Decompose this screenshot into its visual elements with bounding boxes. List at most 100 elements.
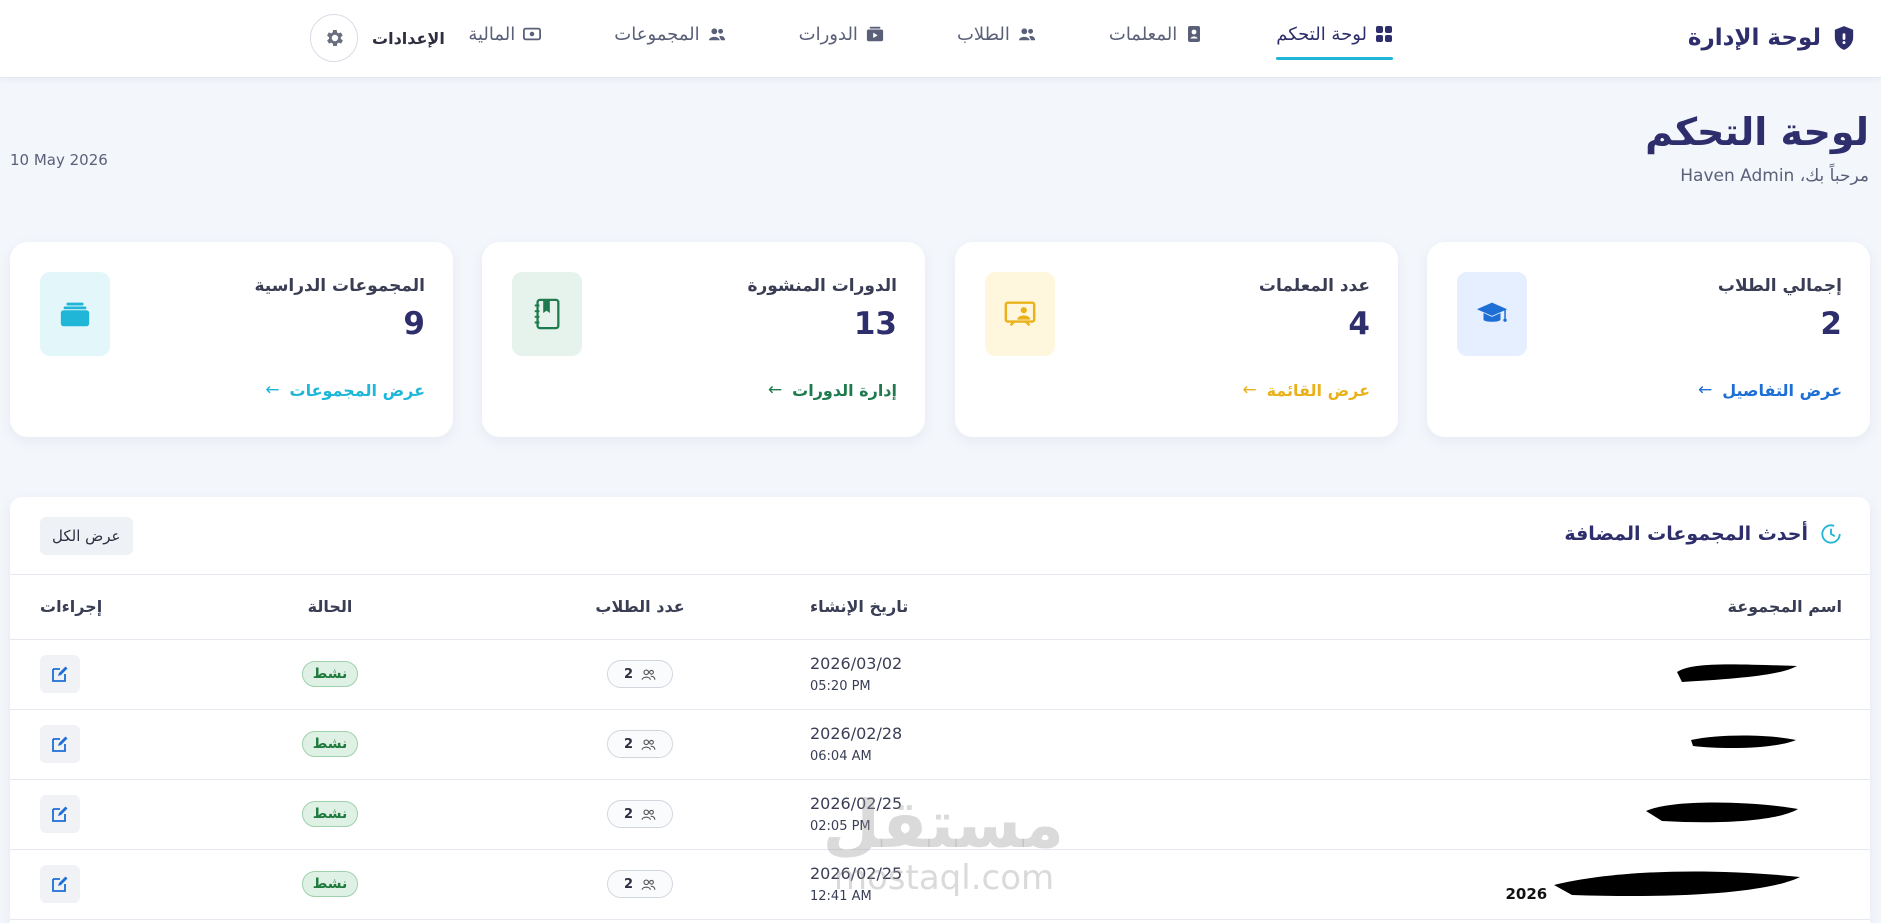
link-label: إدارة الدورات [792,380,897,400]
card-label: عدد المعلمات [1258,276,1370,296]
edit-button[interactable] [40,725,80,763]
card-value: 2 [1820,306,1842,342]
edit-button[interactable] [40,655,80,693]
status-cell: نشط [190,639,470,710]
student-count-badge: 2 [606,660,674,688]
shield-icon [1834,26,1854,50]
card-label: إجمالي الطلاب [1717,276,1842,296]
link-label: عرض المجموعات [289,380,426,400]
recent-groups-panel: أحدث المجموعات المضافة عرض الكل اسم المج… [10,497,1870,923]
card-study-groups: المجموعات الدراسية 9 عرض المجموعات ← [10,242,453,437]
created-date: 2026/02/25 [810,794,903,813]
arrow-left-icon: ← [1242,380,1257,400]
nav-groups[interactable]: المجموعات [614,14,725,54]
student-count-cell: 2 [470,709,810,780]
nav-teachers-label: المعلمات [1108,23,1178,45]
created-date-cell: 2026/02/25 12:41 AM [810,849,1330,920]
student-count: 2 [623,666,634,682]
card-total-students: إجمالي الطلاب 2 عرض التفاصيل ← [1427,242,1870,437]
manage-courses-link[interactable]: إدارة الدورات ← [768,380,897,400]
table-row: 2026/02/28 06:04 AM 2 نشط [10,709,1870,780]
graduation-cap-icon [1476,302,1508,322]
student-count-cell: 2 [470,849,810,920]
edit-icon [52,876,68,892]
edit-button[interactable] [40,865,80,903]
panel-title-text: أحدث المجموعات المضافة [1564,523,1808,545]
main-nav: لوحة التحكم المعلمات الطلاب الدورات المج… [468,14,1393,60]
brand-title: لوحة الإدارة [1687,25,1821,51]
nav-dashboard[interactable]: لوحة التحكم [1276,14,1393,60]
card-icon-wrap [985,272,1055,356]
edit-icon [52,806,68,822]
nav-students-label: الطلاب [956,23,1010,45]
notebook-icon [534,298,560,330]
card-value: 9 [403,306,425,342]
grid-icon [1376,26,1392,42]
arrow-left-icon: ← [1697,380,1713,400]
settings[interactable]: الإعدادات [310,14,445,62]
users-icon [641,668,656,680]
student-count-badge: 2 [606,730,674,758]
panel-header: أحدث المجموعات المضافة عرض الكل [10,497,1870,575]
top-navbar: لوحة الإدارة لوحة التحكم المعلمات الطلاب… [0,0,1881,78]
col-header-status[interactable]: الحالة [190,575,470,640]
actions-cell [10,779,190,850]
created-time: 06:04 AM [810,749,872,764]
nav-dashboard-label: لوحة التحكم [1276,23,1367,45]
card-icon-wrap [40,272,110,356]
video-folder-icon [866,26,884,42]
group-name-fragment: 2026 [1505,885,1548,903]
arrow-left-icon: ← [767,380,783,400]
created-date: 2026/02/25 [810,864,903,883]
view-details-link[interactable]: عرض التفاصيل ← [1698,380,1842,400]
group-name-cell: 2026 [1330,849,1870,920]
col-header-name[interactable]: اسم المجموعة [1330,575,1870,640]
layers-icon [60,302,90,327]
col-header-date[interactable]: تاريخ الإنشاء [810,575,1330,640]
users-icon [641,878,656,890]
settings-button[interactable] [310,14,358,62]
edit-button[interactable] [40,795,80,833]
view-list-link[interactable]: عرض القائمة ← [1242,380,1370,400]
card-label: الدورات المنشورة [747,276,897,296]
stat-cards: إجمالي الطلاب 2 عرض التفاصيل ← عدد المعل… [10,242,1870,437]
actions-cell [10,639,190,710]
redacted-name [1552,865,1802,899]
student-count-cell: 2 [470,779,810,850]
status-badge: نشط [301,801,359,827]
group-name-cell [1330,709,1870,780]
card-icon-wrap [1457,272,1527,356]
recent-groups-table: اسم المجموعة تاريخ الإنشاء عدد الطلاب ال… [10,575,1870,920]
created-date-cell: 2026/02/28 06:04 AM [810,709,1330,780]
card-teachers-count: عدد المعلمات 4 عرض القائمة ← [955,242,1398,437]
view-all-button[interactable]: عرض الكل [40,517,133,555]
card-value: 4 [1348,306,1370,342]
card-icon-wrap [512,272,582,356]
money-icon [523,27,542,41]
nav-students[interactable]: الطلاب [957,14,1036,54]
nav-courses[interactable]: الدورات [799,14,884,54]
teacher-board-icon [1004,301,1036,327]
nav-finance-label: المالية [468,23,516,45]
actions-cell [10,849,190,920]
status-cell: نشط [190,779,470,850]
edit-icon [52,736,68,752]
group-name-cell [1330,779,1870,850]
view-groups-link[interactable]: عرض المجموعات ← [265,380,425,400]
clock-history-icon [1821,524,1841,544]
actions-cell [10,709,190,780]
nav-teachers[interactable]: المعلمات [1109,14,1203,54]
created-date-cell: 2026/03/02 05:20 PM [810,639,1330,710]
settings-label: الإعدادات [372,28,445,48]
table-row: 2026 2026/02/25 12:41 AM 2 نشط [10,849,1870,920]
users-icon [708,28,725,41]
student-count: 2 [623,876,634,892]
redacted-name [1672,660,1802,684]
status-badge: نشط [301,731,359,757]
brand[interactable]: لوحة الإدارة [1688,20,1855,56]
panel-title: أحدث المجموعات المضافة [1564,523,1842,545]
nav-finance[interactable]: المالية [468,14,542,54]
created-date-cell: 2026/02/25 02:05 PM [810,779,1330,850]
student-count: 2 [623,736,634,752]
col-header-count[interactable]: عدد الطلاب [470,575,810,640]
